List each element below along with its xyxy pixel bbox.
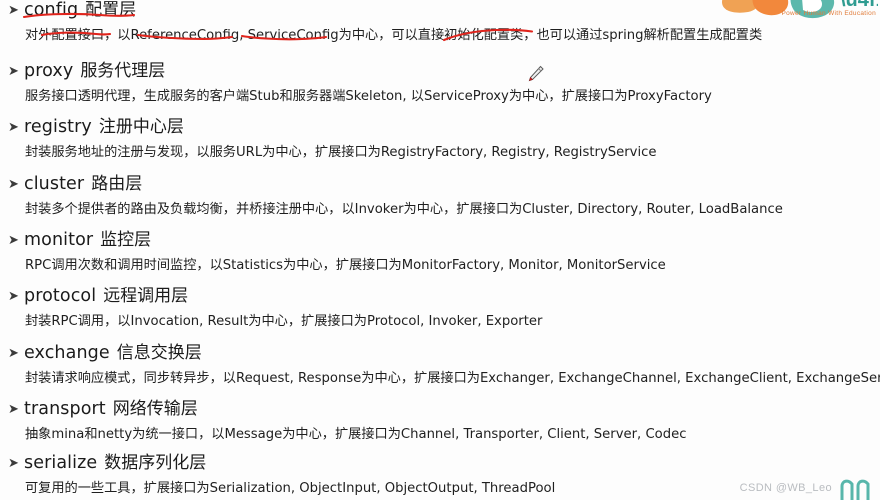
brand-tagline: Power Human With Education [781,10,876,17]
bullet-arrow-icon: ➤ [8,289,19,304]
entry-description: 抽象mina和netty为统一接口，以Message为中心，扩展接口为Chann… [25,426,687,442]
bullet-arrow-icon: ➤ [8,346,19,361]
bullet-arrow-icon: ➤ [8,456,19,471]
bullet-arrow-icon: ➤ [8,177,19,192]
outline-entry-serialize: ➤ serialize 数据序列化层 可复用的一些工具，扩展接口为Seriali… [0,453,556,496]
entry-description: RPC调用次数和调用时间监控，以Statistics为中心，扩展接口为Monit… [25,257,666,273]
entry-description: 封装服务地址的注册与发现，以服务URL为中心，扩展接口为RegistryFact… [25,144,657,160]
entry-term-cn: 服务代理层 [80,61,166,81]
entry-term: transport [24,399,106,419]
entry-term-cn: 远程调用层 [103,286,189,306]
bullet-arrow-icon: ➤ [8,120,19,135]
outline-entry-registry: ➤ registry 注册中心层 封装服务地址的注册与发现，以服务URL为中心，… [0,117,657,160]
entry-term-cn: 路由层 [91,174,143,194]
entry-term: serialize [24,453,98,473]
entry-term-cn: 监控层 [100,230,152,250]
entry-description: 服务接口透明代理，生成服务的客户端Stub和服务器端Skeleton, 以Ser… [25,88,712,104]
entry-term: registry [24,117,92,137]
entry-description: 可复用的一些工具，扩展接口为Serialization, ObjectInput… [25,480,556,496]
outline-entry-monitor: ➤ monitor 监控层 RPC调用次数和调用时间监控，以Statistics… [0,230,666,273]
entry-term-cn: 注册中心层 [98,117,184,137]
outline-entry-exchange: ➤ exchange 信息交换层 封装请求响应模式，同步转异步，以Request… [0,343,880,386]
entry-term: monitor [24,230,94,250]
outline-entry-config: ➤ config 配置层 对外配置接口，以ReferenceConfig, Se… [0,0,763,43]
slide-canvas: \u4f17 Power Human With Education ➤ conf… [0,0,880,500]
entry-term: config [24,0,79,20]
outline-entry-proxy: ➤ proxy 服务代理层 服务接口透明代理，生成服务的客户端Stub和服务器端… [0,61,712,104]
bullet-arrow-icon: ➤ [8,64,19,79]
corner-graphic-icon [840,479,870,500]
outline-entry-cluster: ➤ cluster 路由层 封装多个提供者的路由及负载均衡，并桥接注册中心，以I… [0,174,783,217]
entry-term-cn: 信息交换层 [116,343,202,363]
entry-term: proxy [24,61,74,81]
outline-entry-transport: ➤ transport 网络传输层 抽象mina和netty为统一接口，以Mes… [0,399,687,442]
bullet-arrow-icon: ➤ [8,233,19,248]
entry-term-cn: 数据序列化层 [104,453,207,473]
entry-term: protocol [24,286,97,306]
entry-term: cluster [24,174,85,194]
csdn-watermark: CSDN @WB_Leo [739,482,832,494]
outline-entry-protocol: ➤ protocol 远程调用层 封装RPC调用，以Invocation, Re… [0,286,543,329]
entry-term-cn: 配置层 [85,0,137,20]
bullet-arrow-icon: ➤ [8,3,19,18]
entry-term-cn: 网络传输层 [112,399,198,419]
bullet-arrow-icon: ➤ [8,402,19,417]
entry-description: 对外配置接口，以ReferenceConfig, ServiceConfig为中… [25,27,763,43]
entry-term: exchange [24,343,110,363]
entry-description: 封装RPC调用，以Invocation, Result为中心，扩展接口为Prot… [25,313,543,329]
entry-description: 封装多个提供者的路由及负载均衡，并桥接注册中心，以Invoker为中心，扩展接口… [25,201,783,217]
entry-description: 封装请求响应模式，同步转异步，以Request, Response为中心，扩展接… [25,370,880,386]
